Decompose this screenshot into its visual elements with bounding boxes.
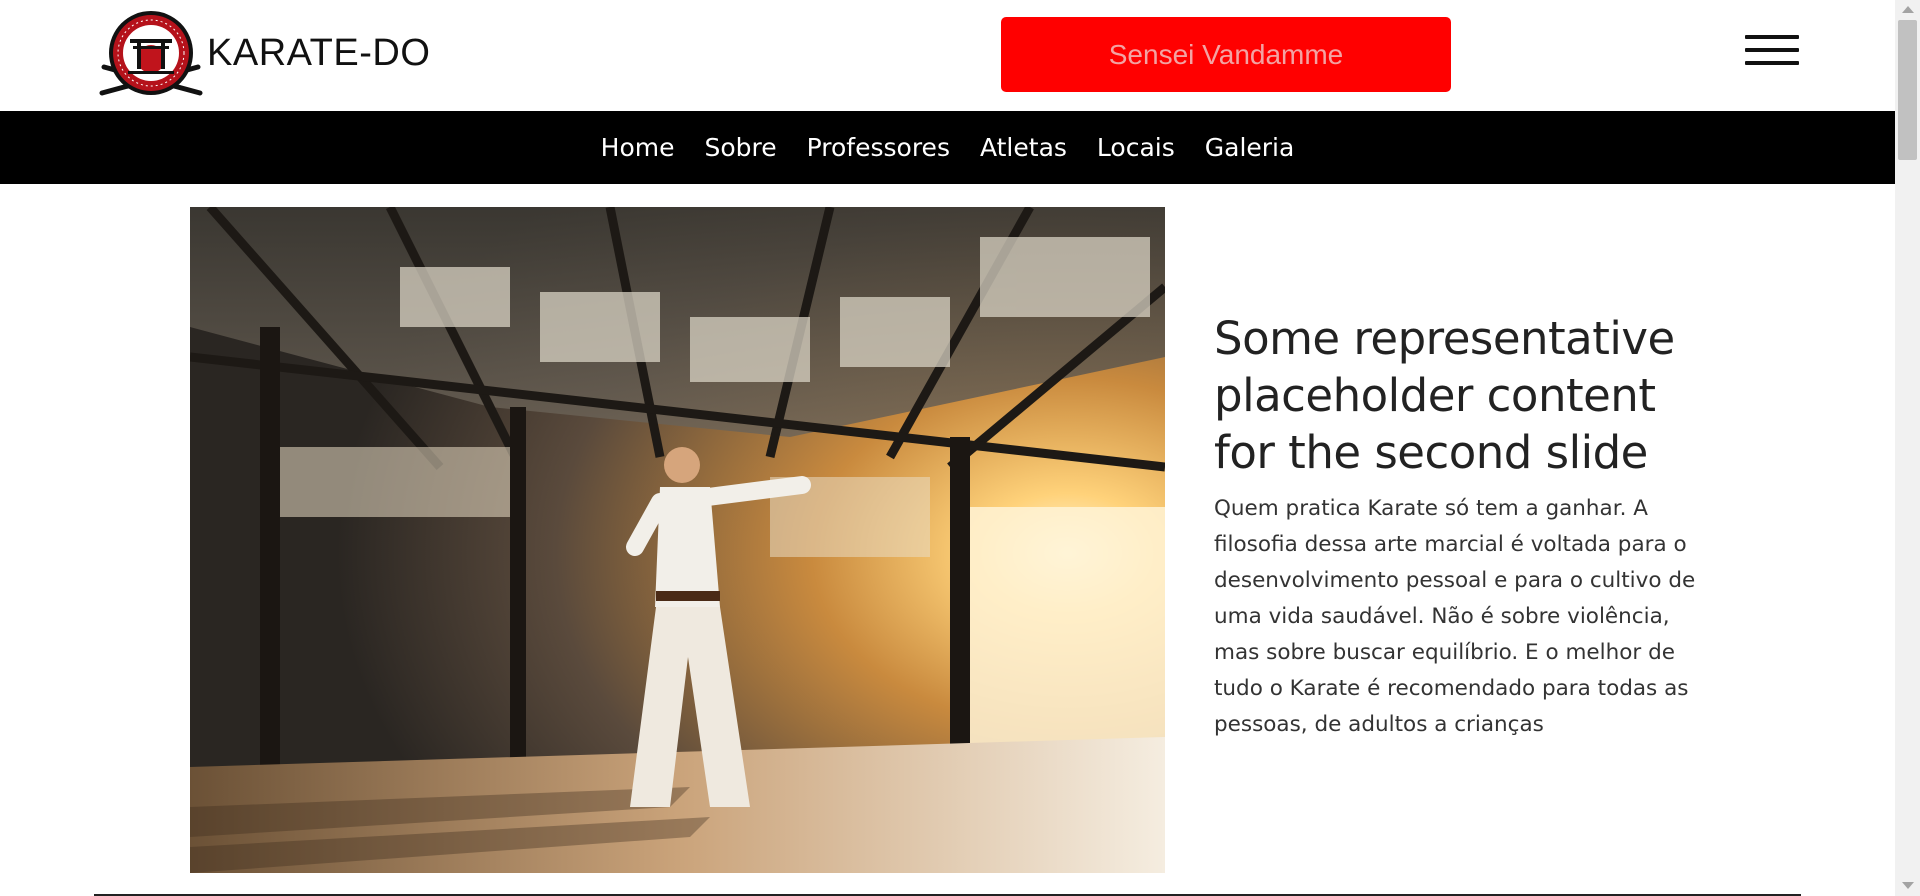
scrollbar-thumb[interactable]	[1898, 20, 1917, 160]
hamburger-menu-icon[interactable]	[1745, 33, 1801, 67]
site-header: KARATE-DO Sensei Vandamme	[0, 0, 1895, 111]
karate-dojo-photo	[190, 207, 1165, 873]
slide-caption: Some representative placeholder content …	[1214, 310, 1704, 743]
sensei-button[interactable]: Sensei Vandamme	[1001, 17, 1451, 92]
nav-item-professores[interactable]: Professores	[792, 133, 965, 162]
nav-item-atletas[interactable]: Atletas	[965, 133, 1082, 162]
nav-item-home[interactable]: Home	[586, 133, 690, 162]
nav-item-sobre[interactable]: Sobre	[689, 133, 791, 162]
nav-item-locais[interactable]: Locais	[1082, 133, 1190, 162]
slide-title: Some representative placeholder content …	[1214, 312, 1675, 479]
vertical-scrollbar[interactable]	[1895, 0, 1920, 896]
slide-description: Quem pratica Karate só tem a ganhar. A f…	[1214, 496, 1696, 737]
brand-title[interactable]: KARATE-DO	[207, 32, 430, 75]
nav-item-galeria[interactable]: Galeria	[1190, 133, 1310, 162]
main-navigation: Home Sobre Professores Atletas Locais Ga…	[0, 111, 1895, 184]
karate-logo-icon[interactable]	[98, 9, 204, 99]
scroll-down-arrow-icon[interactable]	[1902, 882, 1914, 889]
scroll-up-arrow-icon[interactable]	[1902, 6, 1914, 13]
